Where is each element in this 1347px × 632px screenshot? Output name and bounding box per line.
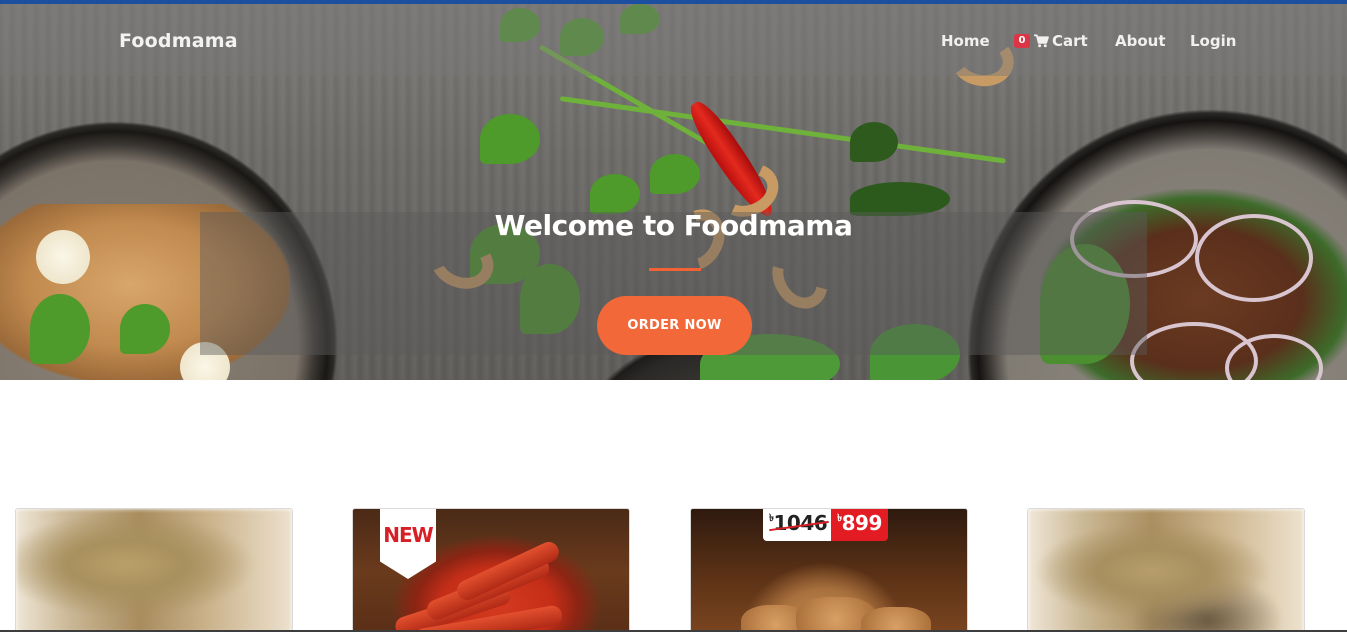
page: Foodmama Home 0 Cart About Login Welcome… (0, 0, 1347, 632)
product-image (16, 509, 292, 632)
cart-count-badge: 0 (1014, 34, 1030, 48)
brand-logo[interactable]: Foodmama (119, 30, 238, 52)
fried-chicken (861, 607, 931, 632)
product-card[interactable] (1027, 508, 1305, 632)
nav-cart-link[interactable]: 0 Cart (1014, 32, 1088, 50)
product-card[interactable]: NEW (352, 508, 630, 632)
nav-cart-label: Cart (1052, 32, 1088, 50)
product-card[interactable] (15, 508, 293, 632)
hero-herb-leaf (590, 174, 640, 214)
product-image (1028, 509, 1304, 632)
nav-home-link[interactable]: Home (941, 32, 990, 50)
hero-herb-leaf (30, 294, 90, 364)
hero-herb-stem (559, 96, 1006, 164)
hero-herb-leaf (850, 122, 898, 162)
cart-icon (1034, 34, 1049, 48)
hero-herb-leaf (480, 114, 540, 164)
new-badge-text: NEW (383, 523, 433, 547)
welcome-title: Welcome to Foodmama (494, 209, 853, 242)
old-price: ৳1046 (763, 509, 832, 541)
navbar: Foodmama Home 0 Cart About Login (0, 4, 1347, 76)
hero-herb-leaf (650, 154, 700, 194)
hero-herb-leaf (120, 304, 170, 354)
nav-about-link[interactable]: About (1115, 32, 1166, 50)
product-card[interactable]: ৳1046 ৳899 (690, 508, 968, 632)
nav-login-link[interactable]: Login (1190, 32, 1236, 50)
title-divider (649, 268, 701, 271)
new-price: ৳899 (831, 509, 888, 541)
price-tag: ৳1046 ৳899 (763, 509, 888, 541)
order-now-button[interactable]: ORDER NOW (597, 296, 752, 355)
